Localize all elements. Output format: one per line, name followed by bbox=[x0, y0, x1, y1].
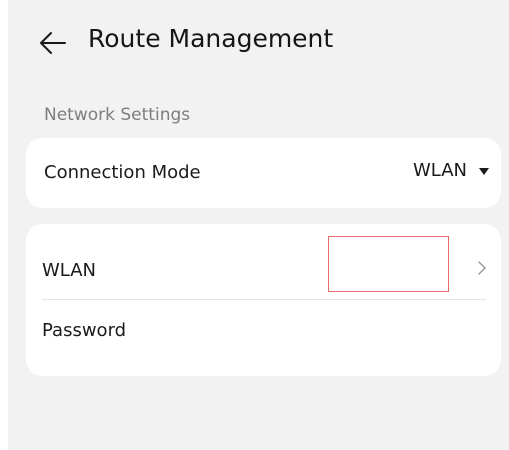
connection-mode-value: WLAN bbox=[412, 160, 467, 181]
password-row[interactable]: Password bbox=[26, 300, 501, 360]
wlan-label: WLAN bbox=[42, 260, 97, 281]
back-arrow-icon bbox=[40, 32, 66, 54]
wlan-row[interactable]: WLAN bbox=[26, 224, 501, 299]
section-label-network-settings: Network Settings bbox=[44, 105, 191, 125]
connection-mode-card: Connection Mode WLAN bbox=[26, 138, 501, 208]
back-button[interactable] bbox=[38, 30, 68, 56]
page-title: Route Management bbox=[88, 24, 334, 53]
password-label: Password bbox=[42, 320, 127, 341]
wlan-settings-card: WLAN Password bbox=[26, 224, 501, 376]
app-header: Route Management bbox=[8, 18, 509, 68]
connection-mode-dropdown[interactable]: WLAN bbox=[413, 160, 489, 181]
wlan-value-field[interactable] bbox=[328, 236, 449, 292]
caret-down-icon bbox=[479, 168, 489, 175]
route-management-screen: Route Management Network Settings Connec… bbox=[8, 0, 509, 450]
chevron-right-icon bbox=[478, 261, 486, 275]
connection-mode-label: Connection Mode bbox=[44, 162, 201, 183]
